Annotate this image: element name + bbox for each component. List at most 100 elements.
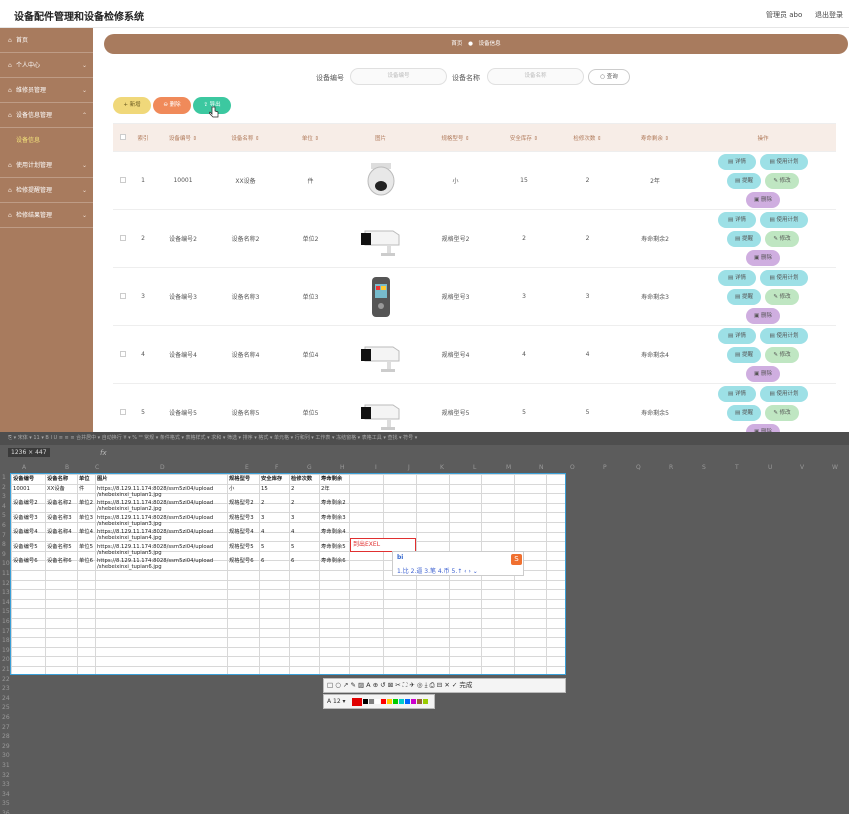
column-letter[interactable]: K — [440, 464, 444, 471]
color-swatch[interactable] — [416, 699, 422, 704]
sheet-cell[interactable]: 15 — [261, 484, 268, 494]
sheet-cell[interactable]: 设备编号5 — [13, 542, 38, 552]
plan-button[interactable]: ▤ 使用计划 — [760, 269, 808, 286]
column-letter[interactable]: Q — [636, 464, 641, 471]
row-number[interactable]: 9 — [2, 551, 6, 558]
column-header[interactable]: 图片 — [343, 123, 418, 152]
row-delete-button[interactable]: ▣ 删除 — [746, 365, 780, 382]
color-swatch[interactable] — [422, 699, 428, 704]
column-letter[interactable]: V — [800, 464, 804, 471]
sheet-header-cell[interactable]: 安全库存 — [261, 474, 282, 484]
column-header[interactable]: 索引 — [133, 123, 153, 152]
sidebar-item-0[interactable]: ⌂ 首页 — [0, 28, 93, 53]
column-letter[interactable]: S — [702, 464, 706, 471]
row-checkbox[interactable] — [120, 350, 126, 357]
row-number[interactable]: 30 — [2, 752, 10, 759]
sheet-cell[interactable]: 3 — [261, 513, 264, 523]
sheet-header-cell[interactable]: 寿命剩余 — [321, 474, 342, 484]
column-letter[interactable]: N — [539, 464, 544, 471]
row-number[interactable]: 28 — [2, 733, 10, 740]
sidebar-item-1[interactable]: ⌂ 个人中心 ⌄ — [0, 53, 93, 78]
color-swatch[interactable] — [392, 699, 398, 704]
sheet-cell[interactable]: 设备编号6 — [13, 556, 38, 566]
sheet-cell[interactable]: 寿命剩余5 — [321, 542, 346, 552]
edit-button[interactable]: ✎ 修改 — [765, 404, 799, 421]
row-number[interactable]: 35 — [2, 800, 10, 807]
row-number[interactable]: 19 — [2, 647, 10, 654]
remind-button[interactable]: ▤ 提醒 — [727, 404, 761, 421]
column-header[interactable]: 操作 — [690, 123, 836, 152]
device-image[interactable] — [357, 275, 405, 319]
spreadsheet-toolbar[interactable]: ⎘ ▾ 宋体 ▾ 11 ▾ B I U ≡ ≡ ≡ 合并居中 ▾ 自动换行 ¥ … — [0, 432, 849, 445]
row-number[interactable]: 26 — [2, 714, 10, 721]
sheet-cell[interactable]: 规格型号3 — [229, 513, 254, 523]
sheet-cell[interactable]: XX设备 — [47, 484, 65, 494]
sheet-cell[interactable]: 5 — [291, 542, 294, 552]
sheet-cell[interactable]: 2 — [261, 498, 264, 508]
sheet-cell[interactable]: 4 — [291, 527, 294, 537]
row-number[interactable]: 34 — [2, 791, 10, 798]
fx-icon[interactable]: fx — [100, 449, 107, 457]
plan-button[interactable]: ▤ 使用计划 — [760, 211, 808, 228]
sheet-cell[interactable]: 3 — [291, 513, 294, 523]
sheet-header-cell[interactable]: 检修次数 — [291, 474, 312, 484]
column-letter[interactable]: D — [160, 464, 165, 471]
add-button[interactable]: + 新增 — [113, 97, 151, 114]
sheet-cell[interactable]: 单位2 — [79, 498, 93, 508]
detail-button[interactable]: ▤ 详情 — [718, 211, 756, 228]
sidebar-item-7[interactable]: ⌂ 检修结果管理 ⌄ — [0, 203, 93, 228]
sheet-cell[interactable]: 2年 — [321, 484, 330, 494]
row-checkbox[interactable] — [120, 234, 126, 241]
remind-button[interactable]: ▤ 提醒 — [727, 172, 761, 189]
row-number[interactable]: 14 — [2, 599, 10, 606]
remind-button[interactable]: ▤ 提醒 — [727, 346, 761, 363]
row-number[interactable]: 20 — [2, 656, 10, 663]
search-input-name[interactable]: 设备名称 — [487, 68, 584, 85]
sheet-cell[interactable]: 10001 — [13, 484, 30, 494]
plan-button[interactable]: ▤ 使用计划 — [760, 327, 808, 344]
row-number[interactable]: 8 — [2, 541, 6, 548]
row-number[interactable]: 5 — [2, 512, 6, 519]
column-header[interactable]: 设备编号 ⇕ — [153, 123, 213, 152]
column-letter[interactable]: L — [473, 464, 476, 471]
sheet-cell[interactable]: 2 — [291, 498, 294, 508]
sheet-cell[interactable]: 件 — [79, 484, 84, 494]
color-swatch[interactable] — [374, 699, 380, 704]
color-swatch[interactable] — [362, 699, 368, 704]
sheet-cell[interactable]: 单位5 — [79, 542, 93, 552]
row-number[interactable]: 4 — [2, 503, 6, 510]
row-number[interactable]: 31 — [2, 762, 10, 769]
sheet-header-cell[interactable]: 单位 — [79, 474, 90, 484]
color-swatch[interactable] — [351, 697, 362, 706]
sheet-cell[interactable]: 设备名称5 — [47, 542, 72, 552]
color-swatch[interactable] — [404, 699, 410, 704]
column-letter[interactable]: P — [603, 464, 607, 471]
user-label[interactable]: 管理员 abo — [766, 10, 802, 20]
plan-button[interactable]: ▤ 使用计划 — [760, 385, 808, 402]
color-swatch[interactable] — [380, 699, 386, 704]
sheet-cell[interactable]: 单位4 — [79, 527, 93, 537]
column-letter[interactable]: B — [65, 464, 69, 471]
sheet-cell[interactable]: 规格型号4 — [229, 527, 254, 537]
sheet-cell[interactable]: 设备编号4 — [13, 527, 38, 537]
row-delete-button[interactable]: ▣ 删除 — [746, 249, 780, 266]
sheet-cell[interactable]: 设备编号2 — [13, 498, 38, 508]
breadcrumb-home[interactable]: 首页 — [451, 41, 462, 47]
row-number[interactable]: 11 — [2, 570, 10, 577]
device-image[interactable] — [357, 333, 405, 377]
column-header[interactable]: 检修次数 ⇕ — [555, 123, 620, 152]
sidebar-item-5[interactable]: ⌂ 使用计划管理 ⌄ — [0, 153, 93, 178]
row-number[interactable]: 36 — [2, 810, 10, 814]
sheet-cell[interactable]: 设备编号3 — [13, 513, 38, 523]
sheet-cell[interactable]: 单位6 — [79, 556, 93, 566]
screenshot-toolbar[interactable]: □ ○ ↗ ✎ ▨ A ⊕ ↺ ⊠ ✂ ⛶ ✈ ◎ ⤓ ⎙ ⊟ ✕ ✓ 完成 — [323, 678, 566, 693]
column-letter[interactable]: T — [735, 464, 739, 471]
edit-button[interactable]: ✎ 修改 — [765, 230, 799, 247]
column-letter[interactable]: F — [275, 464, 278, 471]
row-delete-button[interactable]: ▣ 删除 — [746, 307, 780, 324]
column-header[interactable]: 寿命剩余 ⇕ — [620, 123, 690, 152]
sheet-cell[interactable]: 小 — [229, 484, 234, 494]
sidebar-item-3[interactable]: ⌂ 设备信息管理 ⌃ — [0, 103, 93, 128]
column-letter[interactable]: U — [768, 464, 772, 471]
color-swatch[interactable] — [368, 699, 374, 704]
